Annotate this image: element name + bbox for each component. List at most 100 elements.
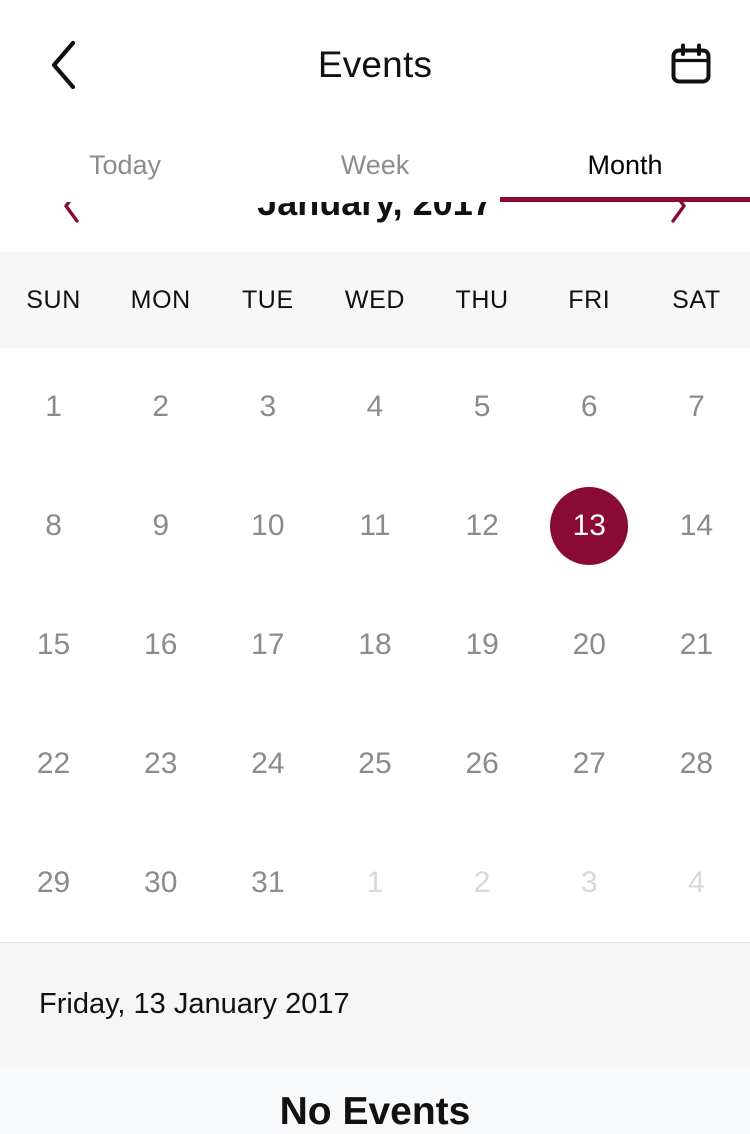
calendar-day-number: 27 [572, 746, 606, 780]
calendar-day-cell[interactable]: 1 [0, 348, 107, 467]
tab-today[interactable]: Today [0, 128, 250, 202]
month-navigation: January, 2017 [0, 202, 750, 252]
tab-week[interactable]: Week [250, 128, 500, 202]
tab-month-underline [500, 197, 750, 202]
events-calendar-screen: Events January, 2017 Today Week Month SU… [0, 0, 750, 1134]
calendar-day-cell[interactable]: 18 [321, 586, 428, 705]
calendar-day-number: 30 [144, 865, 178, 899]
selected-date-strip: Friday, 13 January 2017 [0, 942, 750, 1066]
calendar-day-number: 28 [679, 746, 714, 780]
calendar-day-number: 13 [550, 487, 629, 566]
calendar-day-number: 15 [36, 627, 71, 661]
calendar-day-number: 19 [465, 627, 499, 661]
calendar-day-number: 5 [473, 390, 491, 424]
weekday-mon: MON [130, 285, 191, 314]
calendar-button[interactable] [660, 36, 722, 94]
tab-today-label: Today [88, 149, 162, 180]
calendar-day-number: 14 [679, 509, 714, 543]
calendar-day-cell[interactable]: 15 [0, 586, 107, 705]
calendar-day-number: 12 [465, 509, 499, 543]
calendar-week-row: 15 16 17 18 19 20 21 [0, 586, 750, 705]
calendar-week-row: 29 30 31 1 2 3 4 [0, 823, 750, 942]
calendar-day-cell[interactable]: 17 [214, 586, 321, 705]
calendar-day-number: 24 [251, 746, 285, 780]
calendar-week-row: 1 2 3 4 5 6 7 [0, 348, 750, 467]
calendar-day-number: 26 [465, 746, 499, 780]
calendar-day-number: 16 [144, 627, 178, 661]
weekday-sat: SAT [672, 285, 721, 314]
calendar-day-cell[interactable]: 13 [536, 467, 643, 586]
events-list-area: No Events [0, 1066, 750, 1134]
calendar-day-cell[interactable]: 19 [429, 586, 536, 705]
weekday-fri: FRI [568, 285, 611, 314]
chevron-right-icon [668, 202, 688, 228]
calendar-day-cell[interactable]: 23 [107, 704, 214, 823]
calendar-day-number: 1 [45, 390, 62, 424]
calendar-day-cell[interactable]: 24 [214, 704, 321, 823]
calendar-day-cell[interactable]: 29 [0, 823, 107, 942]
calendar-day-number: 22 [36, 746, 71, 780]
calendar-day-cell[interactable]: 26 [429, 704, 536, 823]
calendar-day-number: 11 [359, 509, 391, 543]
calendar-day-cell[interactable]: 3 [214, 348, 321, 467]
selected-date-label: Friday, 13 January 2017 [39, 988, 350, 1020]
calendar-day-cell[interactable]: 25 [321, 704, 428, 823]
calendar-day-cell[interactable]: 30 [107, 823, 214, 942]
calendar-day-number: 10 [251, 509, 285, 543]
calendar-day-cell[interactable]: 21 [643, 586, 750, 705]
calendar-day-cell[interactable]: 10 [214, 467, 321, 586]
calendar-day-number: 23 [144, 746, 178, 780]
calendar-day-number: 17 [251, 627, 285, 661]
calendar-day-cell[interactable]: 9 [107, 467, 214, 586]
calendar-week-row: 8 9 10 11 12 13 14 [0, 467, 750, 586]
month-navigation-clip: January, 2017 [0, 202, 750, 252]
calendar-day-cell[interactable]: 2 [429, 823, 536, 942]
calendar-day-cell[interactable]: 20 [536, 586, 643, 705]
next-month-button[interactable] [648, 202, 708, 232]
calendar-day-number: 21 [679, 627, 714, 661]
calendar-day-cell[interactable]: 6 [536, 348, 643, 467]
calendar-day-cell[interactable]: 31 [214, 823, 321, 942]
calendar-day-cell[interactable]: 22 [0, 704, 107, 823]
calendar-day-cell[interactable]: 1 [321, 823, 428, 942]
calendar-day-cell[interactable]: 2 [107, 348, 214, 467]
calendar-grid: 1 2 3 4 5 6 7 8 9 10 11 12 13 14 15 16 17 18 19 20 21 22 23 24 2… [0, 348, 750, 942]
calendar-day-cell[interactable]: 7 [643, 348, 750, 467]
weekday-tue: TUE [241, 285, 294, 314]
calendar-day-cell[interactable]: 8 [0, 467, 107, 586]
calendar-day-cell[interactable]: 4 [643, 823, 750, 942]
calendar-week-row: 22 23 24 25 26 27 28 [0, 704, 750, 823]
calendar-day-cell[interactable]: 11 [321, 467, 428, 586]
calendar-day-cell[interactable]: 12 [429, 467, 536, 586]
calendar-day-number: 29 [36, 865, 71, 899]
weekday-sun: SUN [26, 285, 81, 314]
calendar-day-number: 3 [259, 390, 277, 424]
calendar-day-cell[interactable]: 3 [536, 823, 643, 942]
weekday-wed: WED [344, 285, 406, 314]
calendar-day-number: 25 [358, 746, 392, 780]
no-events-message: No Events [279, 1090, 471, 1133]
calendar-day-number: 6 [580, 390, 598, 424]
calendar-day-cell[interactable]: 28 [643, 704, 750, 823]
page-title: Events [317, 44, 433, 85]
view-tabs: Today Week Month [0, 128, 750, 202]
calendar-day-cell[interactable]: 5 [429, 348, 536, 467]
weekday-header: SUN MON TUE WED THU FRI SAT [0, 252, 750, 348]
calendar-day-cell[interactable]: 16 [107, 586, 214, 705]
calendar-day-number: 18 [358, 627, 392, 661]
calendar-day-number: 31 [251, 865, 285, 899]
calendar-day-number: 4 [366, 390, 384, 424]
calendar-day-number: 7 [688, 390, 705, 424]
calendar-day-number: 3 [580, 865, 598, 899]
tab-month[interactable]: Month [500, 128, 750, 202]
calendar-day-number: 2 [152, 390, 170, 424]
calendar-day-number: 2 [473, 865, 491, 899]
calendar-day-cell[interactable]: 4 [321, 348, 428, 467]
calendar-icon [668, 42, 714, 88]
calendar-day-number: 9 [152, 509, 170, 543]
tab-month-label: Month [587, 149, 663, 180]
weekday-thu: THU [455, 285, 509, 314]
calendar-day-cell[interactable]: 27 [536, 704, 643, 823]
calendar-day-cell[interactable]: 14 [643, 467, 750, 586]
calendar-day-number: 8 [45, 509, 62, 543]
